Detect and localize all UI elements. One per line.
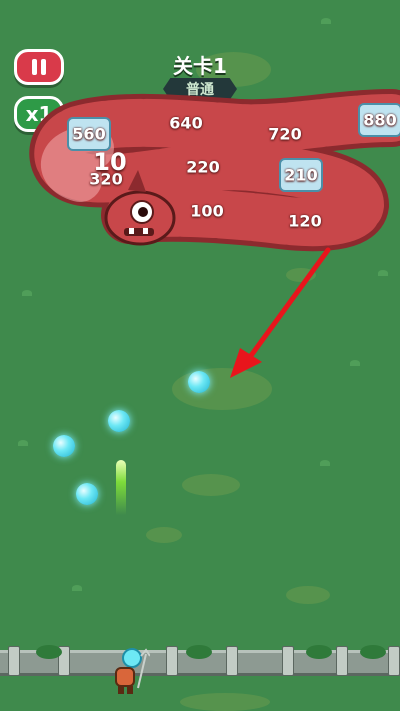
- energy-orb: [188, 371, 210, 393]
- vine: [186, 645, 212, 659]
- wall-post: [8, 646, 20, 676]
- vine: [306, 645, 332, 659]
- vine: [36, 645, 62, 659]
- energy-orb: [76, 483, 98, 505]
- wall-post: [388, 646, 400, 676]
- aim-arrow: [230, 247, 331, 378]
- energy-orb: [108, 410, 130, 432]
- energy-orb: [53, 435, 75, 457]
- wall-post: [166, 646, 178, 676]
- hero-character[interactable]: [106, 648, 150, 696]
- projectile: [116, 460, 126, 515]
- vine: [360, 645, 386, 659]
- wall-post: [226, 646, 238, 676]
- wall-post: [336, 646, 348, 676]
- wall-post: [282, 646, 294, 676]
